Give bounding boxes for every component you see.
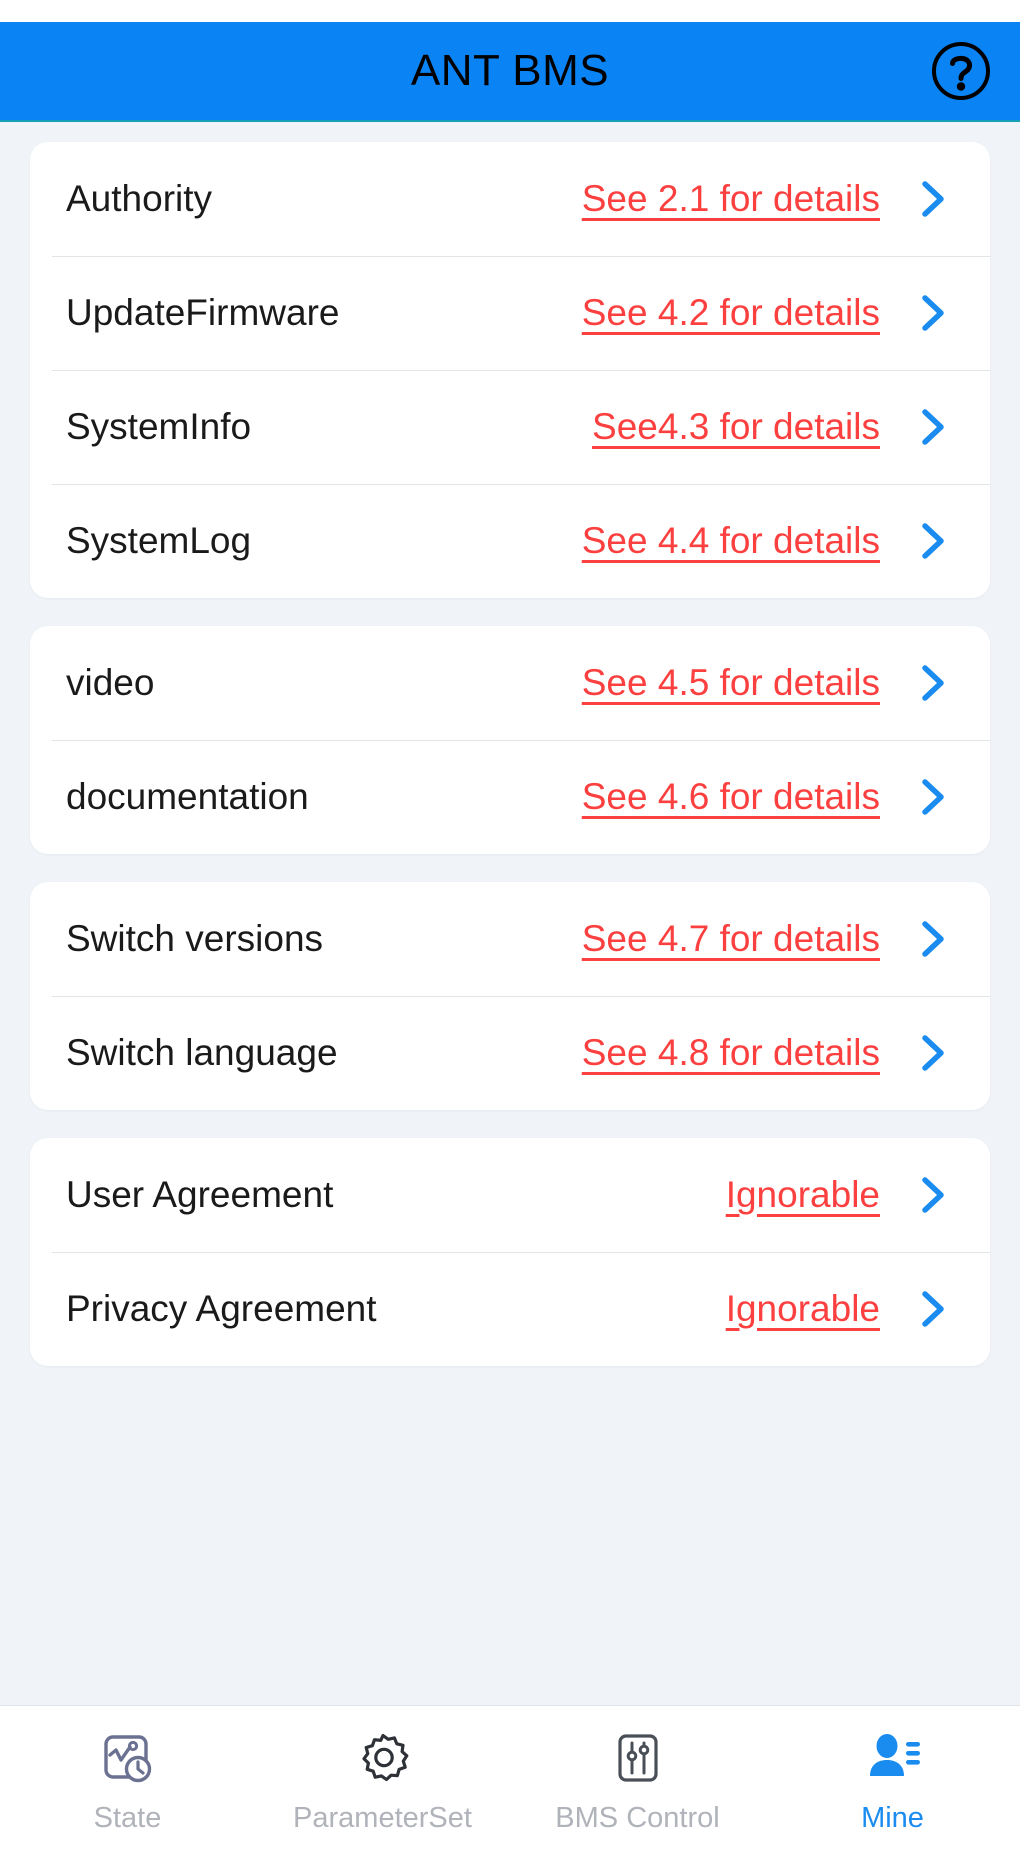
list-item-value[interactable]: Ignorable	[726, 1174, 880, 1216]
list-item-value[interactable]: Ignorable	[726, 1288, 880, 1330]
sliders-icon	[607, 1728, 669, 1790]
chevron-right-icon[interactable]	[910, 1172, 956, 1218]
chevron-right-icon[interactable]	[910, 290, 956, 336]
settings-card: video See 4.5 for details documentation …	[30, 626, 990, 854]
list-item-value[interactable]: See 4.4 for details	[582, 520, 880, 562]
app-screen: ANT BMS Authority See 2.1 for details Up…	[0, 0, 1020, 1868]
list-item-switch-versions[interactable]: Switch versions See 4.7 for details	[30, 882, 990, 996]
tab-bms-control[interactable]: BMS Control	[510, 1728, 765, 1835]
tab-label: State	[93, 1802, 162, 1834]
list-item-label: Switch versions	[66, 918, 324, 959]
chevron-right-icon[interactable]	[910, 404, 956, 450]
settings-card: Switch versions See 4.7 for details Swit…	[30, 882, 990, 1110]
question-circle-icon	[932, 42, 990, 100]
chevron-right-icon[interactable]	[910, 1286, 956, 1332]
list-item-systeminfo[interactable]: SystemInfo See4.3 for details	[30, 370, 990, 484]
help-button[interactable]	[930, 40, 992, 102]
status-bar	[0, 0, 1020, 22]
tab-label: ParameterSet	[293, 1802, 472, 1834]
chevron-right-icon[interactable]	[910, 518, 956, 564]
tab-mine[interactable]: Mine	[765, 1728, 1020, 1835]
list-item-label: Authority	[66, 178, 213, 219]
list-item-value[interactable]: See 4.7 for details	[582, 918, 880, 960]
bottom-navigation: State ParameterSet BMS Control Mine	[0, 1705, 1020, 1868]
list-item-systemlog[interactable]: SystemLog See 4.4 for details	[30, 484, 990, 598]
list-item-value[interactable]: See 4.2 for details	[582, 292, 880, 334]
list-item-updatefirmware[interactable]: UpdateFirmware See 4.2 for details	[30, 256, 990, 370]
list-item-authority[interactable]: Authority See 2.1 for details	[30, 142, 990, 256]
list-item-value[interactable]: See 2.1 for details	[582, 178, 880, 220]
list-item-privacy-agreement[interactable]: Privacy Agreement Ignorable	[30, 1252, 990, 1366]
list-item-label: Privacy Agreement	[66, 1288, 377, 1329]
list-item-label: UpdateFirmware	[66, 292, 340, 333]
list-item-value[interactable]: See 4.6 for details	[582, 776, 880, 818]
app-header: ANT BMS	[0, 22, 1020, 122]
list-item-video[interactable]: video See 4.5 for details	[30, 626, 990, 740]
list-item-switch-language[interactable]: Switch language See 4.8 for details	[30, 996, 990, 1110]
chevron-right-icon[interactable]	[910, 916, 956, 962]
list-item-label: SystemInfo	[66, 406, 252, 447]
list-item-value[interactable]: See 4.8 for details	[582, 1032, 880, 1074]
tab-parameterset[interactable]: ParameterSet	[255, 1728, 510, 1835]
chevron-right-icon[interactable]	[910, 660, 956, 706]
list-item-label: Switch language	[66, 1032, 338, 1073]
tab-label: BMS Control	[555, 1802, 720, 1834]
list-item-documentation[interactable]: documentation See 4.6 for details	[30, 740, 990, 854]
tab-label: Mine	[861, 1802, 924, 1834]
list-item-label: User Agreement	[66, 1174, 334, 1215]
list-item-value[interactable]: See 4.5 for details	[582, 662, 880, 704]
list-item-value[interactable]: See4.3 for details	[592, 406, 880, 448]
list-item-label: video	[66, 662, 155, 703]
settings-card: Authority See 2.1 for details UpdateFirm…	[30, 142, 990, 598]
user-list-icon	[862, 1728, 924, 1790]
list-item-label: SystemLog	[66, 520, 252, 561]
page-title: ANT BMS	[410, 46, 610, 95]
chart-clock-icon	[97, 1728, 159, 1790]
settings-card: User Agreement Ignorable Privacy Agreeme…	[30, 1138, 990, 1366]
chevron-right-icon[interactable]	[910, 774, 956, 820]
list-item-label: documentation	[66, 776, 309, 817]
chevron-right-icon[interactable]	[910, 176, 956, 222]
gear-icon	[352, 1728, 414, 1790]
tab-state[interactable]: State	[0, 1728, 255, 1835]
chevron-right-icon[interactable]	[910, 1030, 956, 1076]
list-item-user-agreement[interactable]: User Agreement Ignorable	[30, 1138, 990, 1252]
settings-list: Authority See 2.1 for details UpdateFirm…	[0, 122, 1020, 1705]
